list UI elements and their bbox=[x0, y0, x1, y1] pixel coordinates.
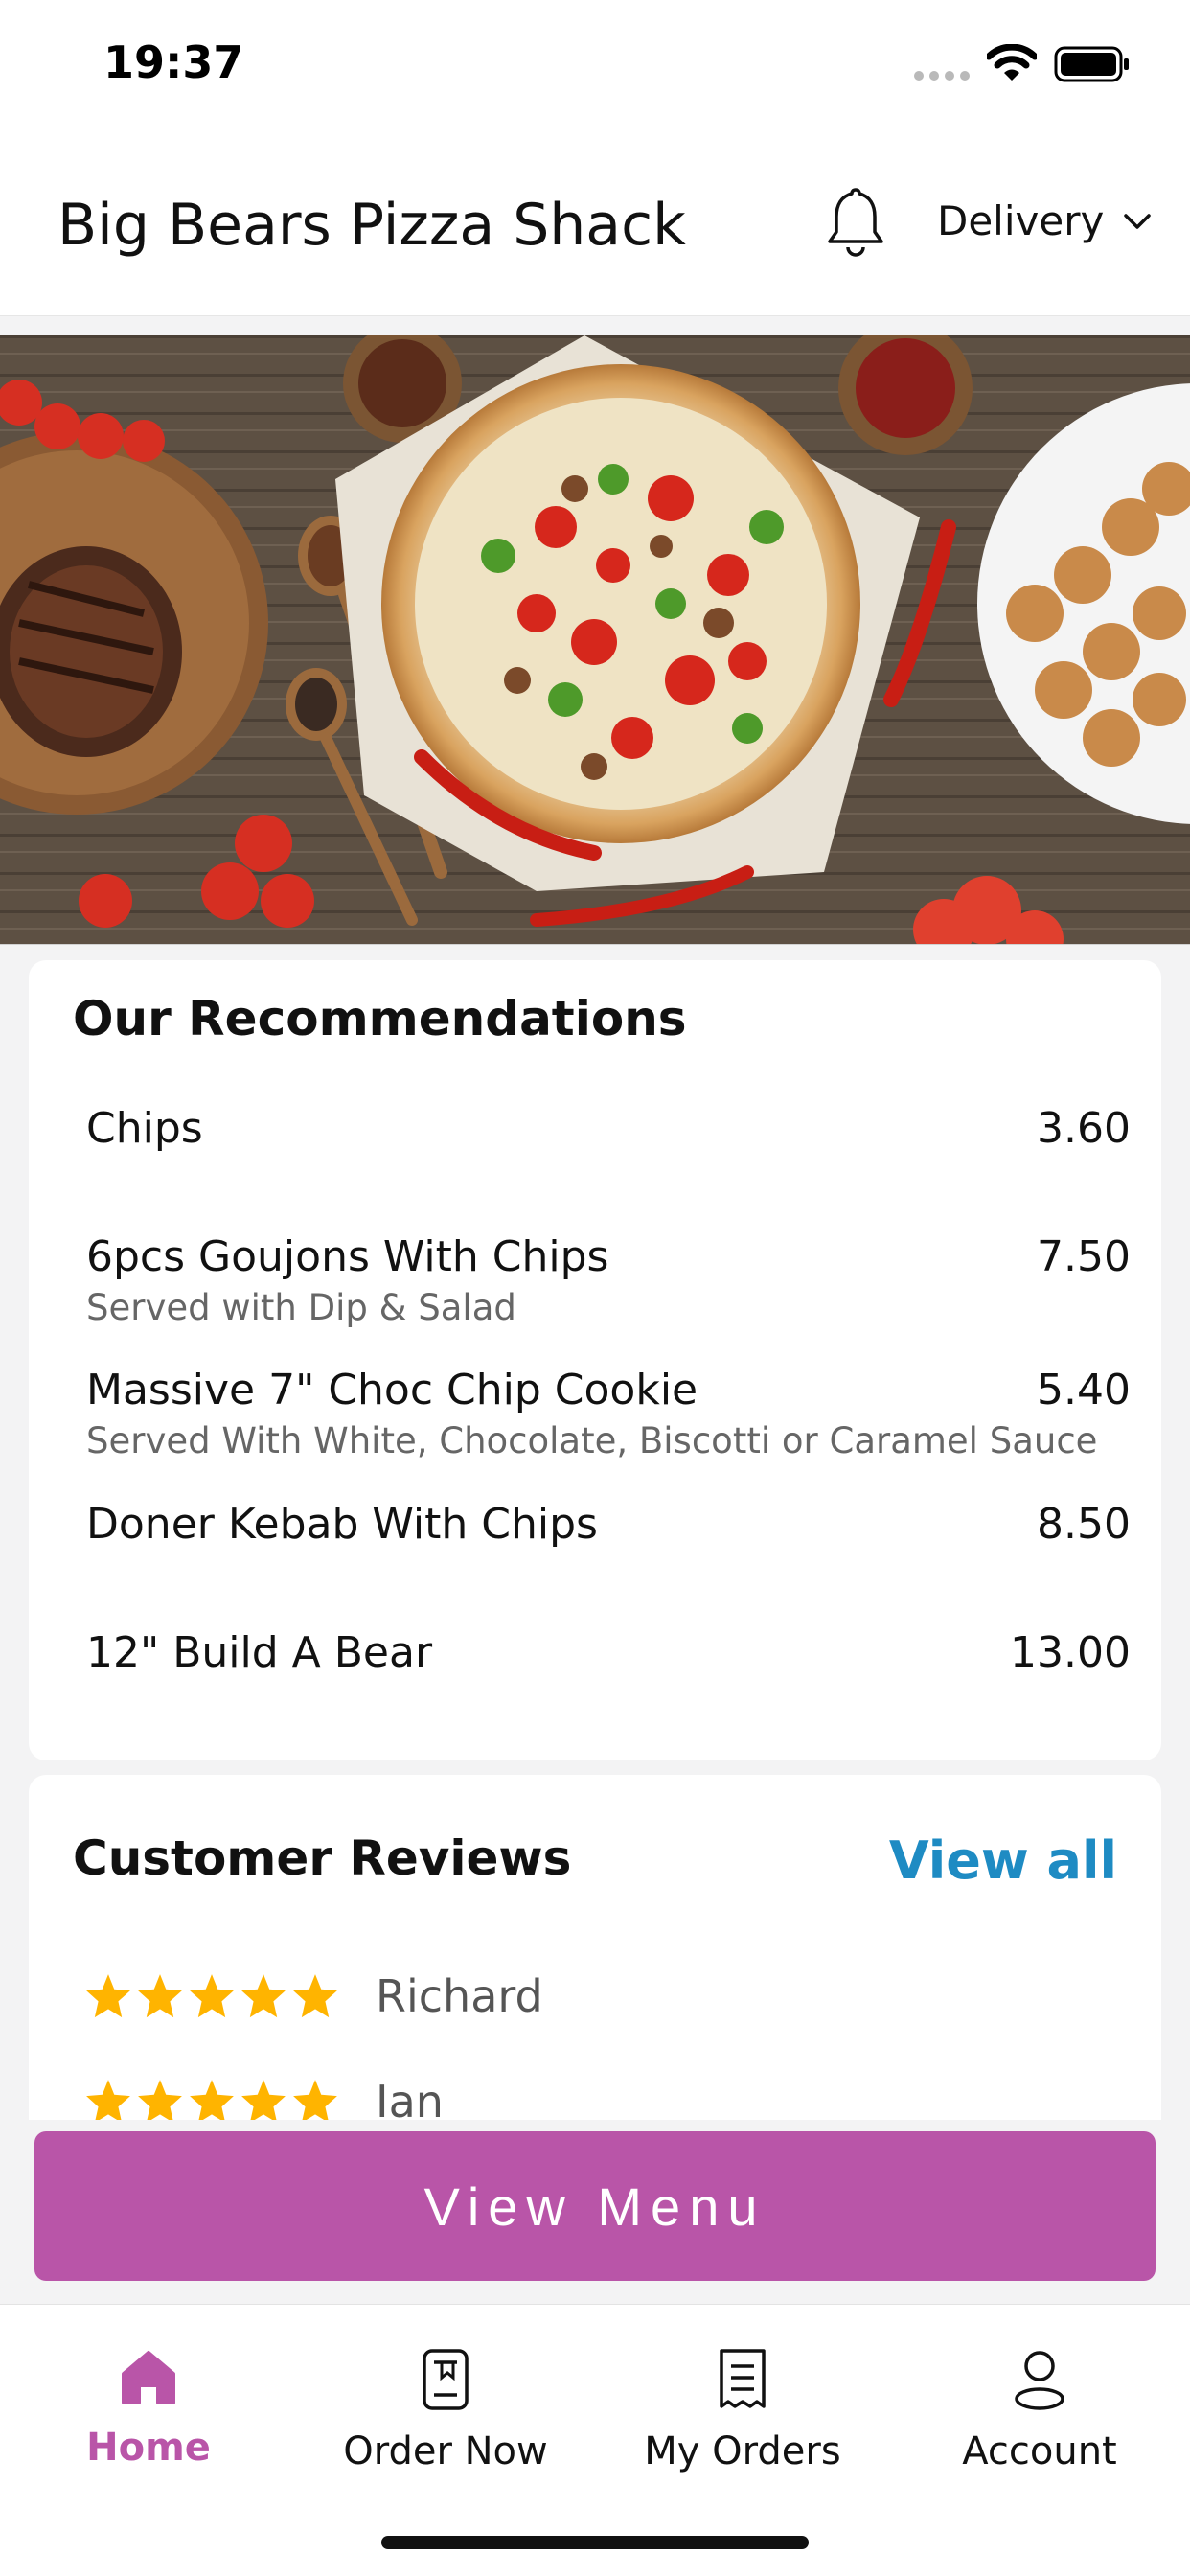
star-icon bbox=[86, 2080, 130, 2120]
star-icon bbox=[241, 1974, 286, 2018]
recommendation-item[interactable]: Chips 3.60 bbox=[86, 1104, 1131, 1153]
signal-icon bbox=[914, 71, 970, 80]
view-menu-button[interactable]: View Menu bbox=[34, 2131, 1156, 2281]
recommendation-item[interactable]: Doner Kebab With Chips 8.50 bbox=[86, 1500, 1131, 1549]
item-price: 5.40 bbox=[1037, 1366, 1131, 1414]
item-description: Served With White, Chocolate, Biscotti o… bbox=[86, 1420, 1098, 1461]
nav-item-my-orders[interactable]: My Orders bbox=[594, 2347, 891, 2473]
star-icon bbox=[190, 2080, 234, 2120]
nav-item-account[interactable]: Account bbox=[891, 2347, 1188, 2473]
item-description: Served with Dip & Salad bbox=[86, 1287, 516, 1328]
order-icon bbox=[423, 2349, 469, 2410]
item-price: 8.50 bbox=[1037, 1500, 1131, 1549]
hero-banner-image bbox=[0, 335, 1190, 945]
account-icon bbox=[1015, 2351, 1064, 2410]
item-name: Chips bbox=[86, 1104, 203, 1153]
item-name: 6pcs Goujons With Chips bbox=[86, 1232, 609, 1281]
item-name: Massive 7" Choc Chip Cookie bbox=[86, 1366, 698, 1414]
nav-item-home[interactable]: Home bbox=[0, 2347, 297, 2470]
home-indicator bbox=[381, 2536, 809, 2549]
item-name: Doner Kebab With Chips bbox=[86, 1500, 598, 1549]
recommendation-item[interactable]: 6pcs Goujons With Chips Served with Dip … bbox=[86, 1232, 1131, 1328]
reviewer-name: Ian bbox=[376, 2076, 444, 2120]
rating-stars bbox=[84, 1972, 339, 2020]
star-icon bbox=[293, 1974, 337, 2018]
view-all-link[interactable]: View all bbox=[889, 1830, 1117, 1891]
status-bar: 19:37 bbox=[0, 0, 1190, 134]
restaurant-name: Big Bears Pizza Shack bbox=[57, 192, 686, 259]
nav-label-home: Home bbox=[86, 2426, 211, 2470]
receipt-icon bbox=[720, 2349, 766, 2408]
review-row: Ian bbox=[84, 2076, 444, 2120]
recommendation-item[interactable]: 12" Build A Bear 13.00 bbox=[86, 1628, 1131, 1677]
reviews-title: Customer Reviews bbox=[73, 1830, 572, 1886]
star-icon bbox=[190, 1974, 234, 2018]
review-row: Richard bbox=[84, 1970, 543, 2022]
reviews-card: Customer Reviews View all Richard Ian bbox=[29, 1775, 1161, 2120]
nav-label-order-now: Order Now bbox=[343, 2429, 548, 2473]
status-time: 19:37 bbox=[103, 36, 244, 88]
recommendations-title: Our Recommendations bbox=[73, 991, 687, 1046]
star-icon bbox=[293, 2080, 337, 2120]
nav-item-order-now[interactable]: Order Now bbox=[297, 2347, 594, 2473]
star-icon bbox=[138, 2080, 182, 2120]
delivery-mode-label: Delivery bbox=[937, 197, 1105, 244]
rating-stars bbox=[84, 2078, 339, 2120]
recommendations-card: Our Recommendations Chips 3.60 6pcs Gouj… bbox=[29, 960, 1161, 1760]
bell-icon[interactable] bbox=[822, 184, 889, 259]
home-icon bbox=[122, 2351, 175, 2404]
star-icon bbox=[138, 1974, 182, 2018]
reviewer-name: Richard bbox=[376, 1970, 543, 2022]
item-price: 7.50 bbox=[1037, 1232, 1131, 1281]
wifi-icon bbox=[987, 44, 1037, 80]
item-name: 12" Build A Bear bbox=[86, 1628, 433, 1677]
battery-icon bbox=[1054, 46, 1129, 82]
app-header: Big Bears Pizza Shack Delivery bbox=[0, 134, 1190, 316]
star-icon bbox=[86, 1974, 130, 2018]
recommendation-item[interactable]: Massive 7" Choc Chip Cookie Served With … bbox=[86, 1366, 1131, 1461]
nav-label-account: Account bbox=[962, 2429, 1117, 2473]
star-icon bbox=[241, 2080, 286, 2120]
item-price: 13.00 bbox=[1010, 1628, 1131, 1677]
nav-label-my-orders: My Orders bbox=[644, 2429, 841, 2473]
item-price: 3.60 bbox=[1037, 1104, 1131, 1153]
chevron-down-icon bbox=[1124, 213, 1152, 229]
delivery-mode-select[interactable]: Delivery bbox=[937, 197, 1152, 244]
